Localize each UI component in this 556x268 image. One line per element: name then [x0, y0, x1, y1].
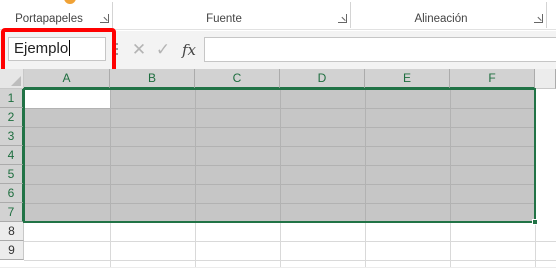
row-header-9[interactable]: 9 [0, 241, 24, 260]
gridline [280, 222, 281, 268]
gridline [365, 222, 366, 268]
ribbon-group-label: Fuente [206, 13, 242, 25]
column-header-b[interactable]: B [110, 69, 195, 89]
ribbon-group-label: Portapapeles [15, 13, 83, 25]
row-header-2[interactable]: 2 [0, 108, 24, 127]
cancel-icon[interactable]: ✕ [128, 40, 150, 60]
ribbon-divider [546, 2, 547, 28]
formula-bar-grip-icon[interactable] [116, 43, 119, 57]
ribbon-group-font: Fuente [112, 0, 350, 30]
column-header-g[interactable] [535, 69, 556, 89]
column-header-f[interactable]: F [450, 69, 535, 89]
row-header-4[interactable]: 4 [0, 146, 24, 165]
gridline [24, 241, 556, 242]
column-header-e[interactable]: E [365, 69, 450, 89]
column-header-c[interactable]: C [195, 69, 280, 89]
spreadsheet-grid[interactable]: A B C D E F 1 2 3 4 5 6 7 8 9 [0, 69, 556, 268]
dialog-launcher-icon[interactable] [534, 14, 543, 23]
insert-function-icon[interactable]: fx [178, 39, 200, 61]
row-header-1[interactable]: 1 [0, 89, 24, 108]
gridline [110, 222, 111, 268]
gridline [450, 222, 451, 268]
dialog-launcher-icon[interactable] [100, 14, 109, 23]
ribbon-group-clipboard: Portapapeles [0, 0, 112, 30]
column-header-d[interactable]: D [280, 69, 365, 89]
ribbon: Portapapeles Fuente Alineación [0, 0, 556, 30]
dialog-launcher-icon[interactable] [338, 14, 347, 23]
column-header-a[interactable]: A [24, 69, 110, 89]
select-all-button[interactable] [0, 69, 24, 89]
gridline [24, 260, 556, 261]
gridline [195, 222, 196, 268]
row-header-8[interactable]: 8 [0, 222, 24, 241]
ribbon-group-alignment: Alineación [350, 0, 546, 30]
selection-border [23, 88, 536, 223]
formula-input[interactable] [204, 37, 556, 62]
ribbon-group-label: Alineación [414, 13, 468, 25]
row-header-3[interactable]: 3 [0, 127, 24, 146]
enter-icon[interactable]: ✓ [152, 40, 174, 60]
row-header-7[interactable]: 7 [0, 203, 24, 222]
fill-handle[interactable] [532, 219, 538, 225]
row-header-6[interactable]: 6 [0, 184, 24, 203]
name-box-highlight [1, 28, 116, 73]
row-header-5[interactable]: 5 [0, 165, 24, 184]
